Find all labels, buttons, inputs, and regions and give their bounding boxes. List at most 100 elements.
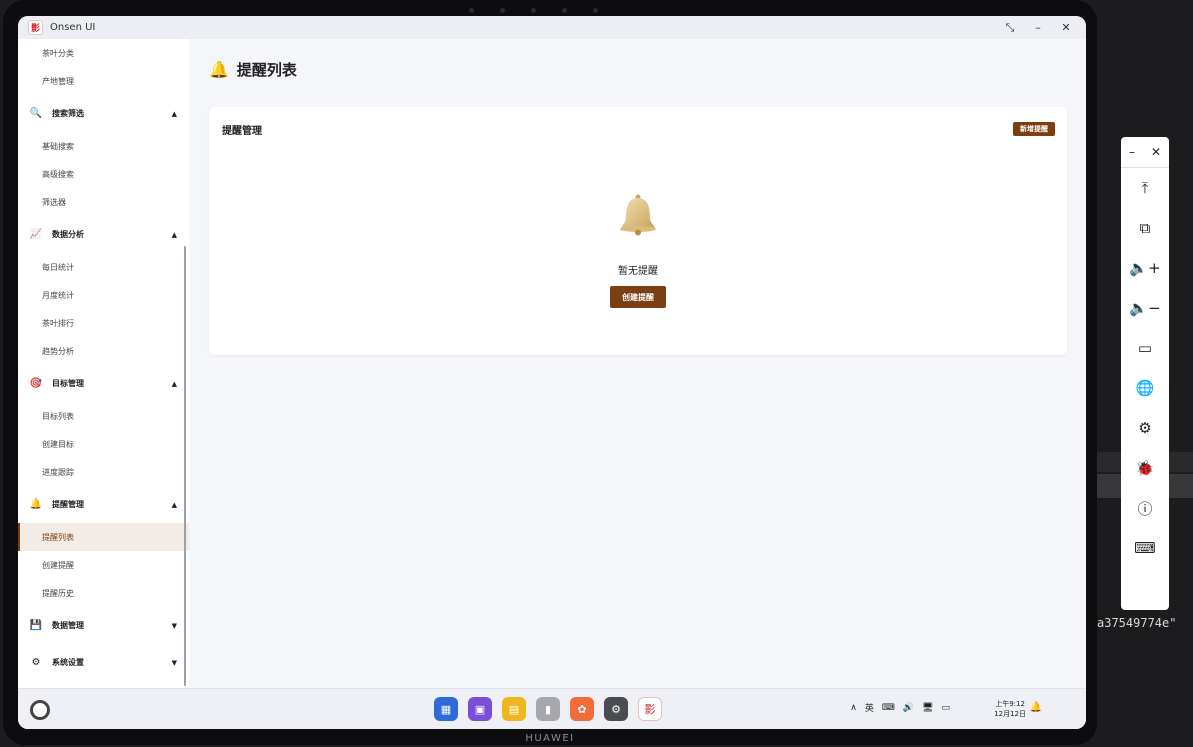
chevron-icon: ▼	[171, 621, 177, 630]
upload-top-icon[interactable]: ⤒	[1121, 168, 1169, 208]
chevron-icon: ▲	[171, 500, 177, 509]
clock[interactable]: 上午9:12 12月12日	[994, 699, 1026, 719]
sidebar-item[interactable]: 基础搜索	[18, 132, 189, 160]
settings-icon[interactable]: ⚙	[604, 697, 628, 721]
gear-icon[interactable]: ⚙	[1121, 408, 1169, 448]
sidebar-scrollbar[interactable]	[184, 246, 186, 686]
empty-bell-icon	[620, 194, 656, 236]
sidebar: 茶叶分类 产地管理 🔍 搜索筛选 ▲ 基础搜索 高级搜索 筛选器 📈 数据分析 ▲ 每日统计 月度统计茶…	[18, 39, 189, 688]
background-terminal-text: a37549774e"	[1097, 616, 1177, 630]
device-brand: HUAWEI	[525, 733, 575, 744]
create-reminder-button[interactable]: 创建提醒	[610, 286, 666, 308]
floating-toolbar-header: – ✕	[1121, 137, 1169, 168]
app-grid-icon[interactable]: ▦	[434, 697, 458, 721]
tray-expand-icon[interactable]: ∧	[850, 703, 857, 713]
window-icon[interactable]: ▣	[468, 697, 492, 721]
app-logo-icon: 影	[28, 20, 43, 35]
keyboard-icon[interactable]: ⌨	[882, 703, 895, 713]
volume-down-icon[interactable]: 🔈−	[1121, 288, 1169, 328]
page-title: 🔔 提醒列表	[209, 59, 297, 80]
sidebar-group-label: 数据分析	[52, 230, 84, 239]
sidebar-item[interactable]: 创建提醒	[18, 551, 189, 579]
gear-icon: ⚙	[31, 657, 41, 668]
sidebar-list: 茶叶分类 产地管理 🔍 搜索筛选 ▲ 基础搜索 高级搜索 筛选器 📈 数据分析 ▲ 每日统计 月度统计茶…	[18, 39, 189, 681]
dock: ▦ ▣ ▤ ▮ ✿ ⚙ 影	[434, 697, 662, 721]
sidebar-item[interactable]: 趋势分析	[18, 337, 189, 365]
battery-icon[interactable]: ▭	[1121, 328, 1169, 368]
globe-icon[interactable]: 🌐	[1121, 368, 1169, 408]
sidebar-item[interactable]: 月度统计	[18, 281, 189, 309]
sidebar-group[interactable]: 🎯 目标管理 ▲	[18, 365, 189, 402]
toolbar-minimize-icon[interactable]: –	[1129, 145, 1135, 159]
floating-toolbar: – ✕ ⤒ ⧉ 🔈+ 🔈− ▭ 🌐 ⚙ 🐞 ⓘ ⌨	[1121, 137, 1169, 610]
sidebar-group[interactable]: 🔍 搜索筛选 ▲	[18, 95, 189, 132]
app-screen: 影 Onsen UI ⤡ – ✕ 茶叶分类 产地管理 🔍 搜索筛选 ▲ 基础搜索 高级搜索筛…	[18, 16, 1086, 729]
chevron-icon: ▼	[171, 658, 177, 667]
page-title-text: 提醒列表	[236, 61, 297, 79]
close-icon[interactable]: ✕	[1060, 21, 1072, 34]
window-title: Onsen UI	[50, 22, 96, 33]
sidebar-item[interactable]: 茶叶排行	[18, 309, 189, 337]
sidebar-group-label: 数据管理	[52, 621, 84, 630]
chevron-icon: ▲	[171, 230, 177, 239]
floppy-icon: 💾	[29, 620, 43, 631]
sidebar-item[interactable]: 产地管理	[18, 67, 189, 95]
sidebar-item[interactable]: 高级搜索	[18, 160, 189, 188]
photos-icon[interactable]: ✿	[570, 697, 594, 721]
display-icon[interactable]: 🖥	[922, 703, 933, 713]
sidebar-item[interactable]: 进度跟踪	[18, 458, 189, 486]
system-tray: ∧ 英 ⌨ 🔊 🖥 ▭	[850, 701, 950, 715]
tablet-frame: HUAWEI 影 Onsen UI ⤡ – ✕ 茶叶分类 产地管理 🔍 搜索筛选 ▲ 基础…	[3, 0, 1097, 745]
chart-icon: 📈	[29, 229, 43, 240]
battery-icon[interactable]: ▭	[941, 703, 950, 713]
sidebar-item[interactable]: 茶叶分类	[18, 39, 189, 67]
notes-icon[interactable]: ▤	[502, 697, 526, 721]
keyboard-icon[interactable]: ⌨	[1121, 528, 1169, 568]
onsen-app-icon[interactable]: 影	[638, 697, 662, 721]
floating-toolbar-items: ⤒ ⧉ 🔈+ 🔈− ▭ 🌐 ⚙ 🐞 ⓘ ⌨	[1121, 168, 1169, 568]
sidebar-group[interactable]: 🔔 提醒管理 ▲	[18, 486, 189, 523]
bell-icon: 🔔	[29, 499, 43, 510]
trash-icon[interactable]: ▮	[536, 697, 560, 721]
camera-bar	[458, 6, 608, 15]
sidebar-item[interactable]: 目标列表	[18, 402, 189, 430]
clock-time: 上午9:12	[995, 700, 1025, 708]
empty-state-text: 暂无提醒	[618, 266, 658, 277]
start-button[interactable]	[30, 700, 50, 720]
sidebar-group-label: 系统设置	[52, 658, 84, 667]
info-icon[interactable]: ⓘ	[1121, 488, 1169, 528]
empty-state: 暂无提醒 创建提醒	[209, 193, 1067, 308]
input-method-icon[interactable]: 英	[865, 701, 874, 714]
volume-up-icon[interactable]: 🔈+	[1121, 248, 1169, 288]
notification-bell-icon[interactable]: 🔔	[1030, 702, 1042, 713]
crop-icon[interactable]: ⧉	[1121, 208, 1169, 248]
toolbar-close-icon[interactable]: ✕	[1151, 145, 1161, 159]
restore-icon[interactable]: ⤡	[1004, 21, 1016, 35]
sidebar-group[interactable]: ⚙ 系统设置 ▼	[18, 644, 189, 681]
minimize-icon[interactable]: –	[1032, 21, 1044, 34]
volume-icon[interactable]: 🔊	[903, 703, 914, 713]
title-bar: 影 Onsen UI ⤡ – ✕	[18, 16, 1086, 39]
target-icon: 🎯	[29, 378, 43, 389]
bell-icon: 🔔	[209, 60, 229, 79]
clock-date: 12月12日	[994, 710, 1026, 718]
sidebar-group-label: 提醒管理	[52, 500, 84, 509]
search-icon: 🔍	[29, 108, 43, 119]
sidebar-group-label: 目标管理	[52, 379, 84, 388]
sidebar-group-label: 搜索筛选	[52, 109, 84, 118]
taskbar: ▦ ▣ ▤ ▮ ✿ ⚙ 影 ∧ 英 ⌨ 🔊 🖥 ▭ 上午9:12 12月12日 🔔	[18, 688, 1086, 729]
add-reminder-button[interactable]: 新增提醒	[1013, 122, 1055, 136]
card-title: 提醒管理	[222, 126, 262, 137]
sidebar-group[interactable]: 📈 数据分析 ▲	[18, 216, 189, 253]
reminder-card: 提醒管理 新增提醒 暂无提醒 创建提醒	[209, 107, 1067, 355]
sidebar-item[interactable]: 筛选器	[18, 188, 189, 216]
sidebar-item[interactable]: 提醒列表	[18, 523, 189, 551]
sidebar-item[interactable]: 创建目标	[18, 430, 189, 458]
bug-icon[interactable]: 🐞	[1121, 448, 1169, 488]
window-controls: ⤡ – ✕	[1004, 16, 1072, 39]
sidebar-item[interactable]: 提醒历史	[18, 579, 189, 607]
chevron-icon: ▲	[171, 379, 177, 388]
sidebar-group[interactable]: 💾 数据管理 ▼	[18, 607, 189, 644]
sidebar-item[interactable]: 每日统计	[18, 253, 189, 281]
main-content: 🔔 提醒列表 提醒管理 新增提醒 暂无提醒 创建提醒	[189, 39, 1086, 688]
